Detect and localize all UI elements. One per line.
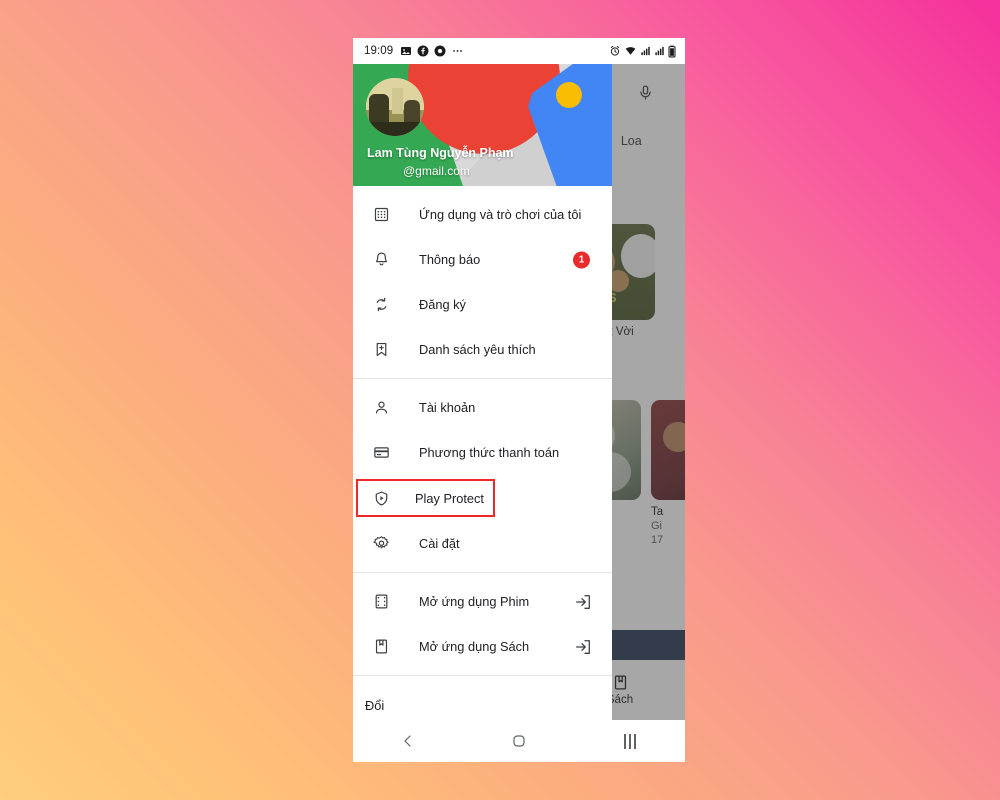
- signal-2-icon: [655, 46, 664, 56]
- credit-card-icon: [369, 441, 393, 465]
- gear-icon: [369, 532, 393, 556]
- back-icon: [404, 735, 411, 747]
- menu-item-label: Cài đặt: [419, 536, 460, 551]
- open-external-icon[interactable]: [574, 593, 592, 611]
- avatar[interactable]: [366, 78, 424, 136]
- drawer-profile-header[interactable]: Lam Tùng Nguyễn Phạm @gmail.com: [353, 64, 612, 186]
- menu-item-label: Tài khoản: [419, 400, 476, 415]
- menu-group-1: Ứng dụng và trò chơi của tôi Thông báo 1: [353, 186, 612, 378]
- menu-item-label: Đăng ký: [419, 297, 466, 312]
- menu-group-3: Mở ứng dụng Phim Mở ứng dụng Sách: [353, 573, 612, 675]
- alarm-icon: [610, 45, 620, 56]
- nav-recents-button[interactable]: [574, 733, 685, 749]
- menu-item-wishlist[interactable]: Danh sách yêu thích: [353, 327, 612, 372]
- menu-group-2: Tài khoản Phương thức thanh toán Play Pr…: [353, 379, 612, 572]
- menu-item-notifications[interactable]: Thông báo 1: [353, 237, 612, 282]
- menu-item-account[interactable]: Tài khoản: [353, 385, 612, 430]
- facebook-icon: [417, 45, 429, 57]
- bookmark-add-icon: [369, 338, 393, 362]
- menu-item-label: Mở ứng dụng Sách: [419, 639, 530, 654]
- signal-icon: [641, 46, 650, 56]
- menu-item-label: Phương thức thanh toán: [419, 445, 560, 460]
- recents-icon: [623, 733, 636, 749]
- drawer-menu: Ứng dụng và trò chơi của tôi Thông báo 1: [353, 186, 612, 720]
- home-icon: [513, 735, 525, 747]
- open-external-icon[interactable]: [574, 638, 592, 656]
- menu-item-label: Mở ứng dụng Phim: [419, 594, 530, 609]
- book-icon: [369, 635, 393, 659]
- apps-grid-icon: [369, 203, 393, 227]
- notification-badge: 1: [573, 251, 590, 268]
- menu-item-open-books-app[interactable]: Mở ứng dụng Sách: [353, 624, 612, 669]
- film-icon: [369, 590, 393, 614]
- more-icon: [453, 50, 463, 52]
- menu-item-open-movies-app[interactable]: Mở ứng dụng Phim: [353, 579, 612, 624]
- phone-screen: 19:09 Loa Vời Ta Gi 17 Sách Lam Tùng Ngu…: [353, 38, 685, 762]
- nav-back-button[interactable]: [353, 733, 464, 749]
- bell-icon: [369, 248, 393, 272]
- shield-play-icon: [369, 486, 393, 510]
- status-time: 19:09: [364, 45, 394, 57]
- person-icon: [369, 396, 393, 420]
- menu-item-label: Ứng dụng và trò chơi của tôi: [419, 207, 582, 222]
- profile-name: Lam Tùng Nguyễn Phạm: [367, 146, 514, 160]
- navigation-drawer: Lam Tùng Nguyễn Phạm @gmail.com Ứng dụng…: [353, 64, 612, 720]
- profile-email: @gmail.com: [403, 164, 470, 178]
- sync-icon: [369, 293, 393, 317]
- menu-item-play-protect[interactable]: Play Protect: [356, 479, 495, 517]
- status-right-icons: [609, 45, 676, 58]
- android-navigation-bar: [353, 720, 685, 762]
- menu-item-my-apps[interactable]: Ứng dụng và trò chơi của tôi: [353, 192, 612, 237]
- header-shape-yellow: [556, 82, 582, 108]
- wifi-icon: [625, 47, 636, 55]
- menu-item-label: Thông báo: [419, 252, 481, 267]
- nav-home-button[interactable]: [464, 733, 575, 749]
- menu-item-label: Play Protect: [415, 490, 484, 506]
- menu-item-label: Đổi: [365, 697, 385, 713]
- menu-item-settings[interactable]: Cài đặt: [353, 521, 612, 566]
- image-icon: [401, 47, 412, 55]
- menu-item-payment-methods[interactable]: Phương thức thanh toán: [353, 430, 612, 475]
- status-bar: 19:09: [353, 38, 685, 64]
- menu-item-label: Danh sách yêu thích: [419, 342, 536, 357]
- menu-item-redeem[interactable]: Đổi: [353, 682, 612, 720]
- battery-icon: [668, 45, 676, 57]
- menu-item-subscriptions[interactable]: Đăng ký: [353, 282, 612, 327]
- status-left-icons: [400, 45, 464, 57]
- chrome-icon: [434, 45, 446, 57]
- menu-group-4: Đổi Trợ giúp và phản hồi Hướng dẫn dành …: [353, 676, 612, 720]
